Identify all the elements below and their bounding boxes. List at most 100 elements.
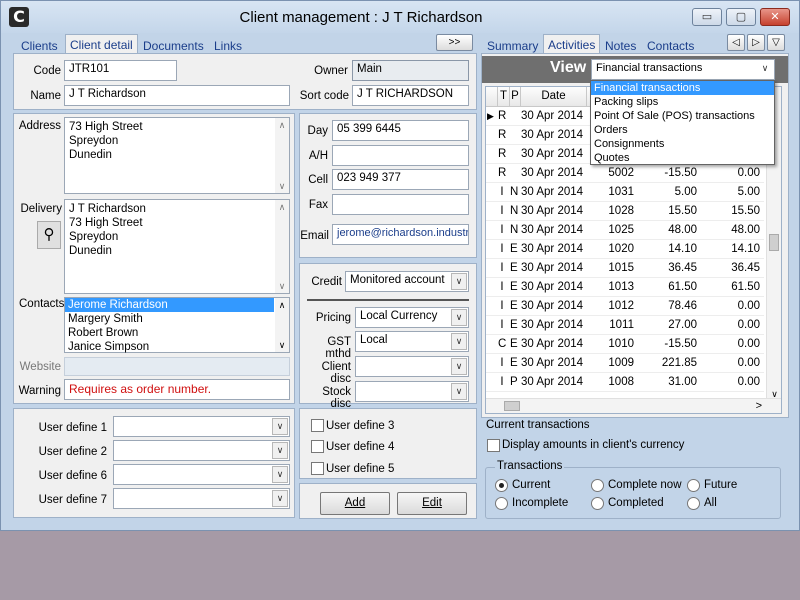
userdef1-select[interactable]: ∨	[113, 416, 290, 437]
grid-hscroll-thumb[interactable]	[504, 401, 520, 411]
minimize-button[interactable]: ▭	[692, 8, 722, 26]
radio-completed-label: Completed	[608, 497, 664, 509]
contact-item[interactable]: Robert Brown	[65, 326, 289, 340]
table-row[interactable]: I N 30 Apr 2014 1031 5.00 5.00	[486, 183, 764, 202]
userdef2-select[interactable]: ∨	[113, 440, 290, 461]
radio-future[interactable]	[687, 479, 700, 492]
day-phone-field[interactable]: 05 399 6445	[332, 120, 469, 141]
stockdisc-select[interactable]: ∨	[355, 381, 469, 402]
userdef6-select[interactable]: ∨	[113, 464, 290, 485]
ah-phone-field[interactable]	[332, 145, 469, 166]
credit-select[interactable]: Monitored account ∨	[345, 271, 469, 292]
view-option[interactable]: Consignments	[591, 137, 774, 151]
view-select[interactable]: Financial transactions ∨	[591, 59, 775, 80]
forward-icon[interactable]: ▷	[747, 34, 765, 51]
nav-menu-icon[interactable]: ▽	[767, 34, 785, 51]
table-row[interactable]: I P 30 Apr 2014 1008 31.00 0.00	[486, 373, 764, 392]
column-header-date[interactable]: Date	[521, 87, 587, 107]
table-row[interactable]: I N 30 Apr 2014 1025 48.00 48.00	[486, 221, 764, 240]
code-field[interactable]: JTR101	[64, 60, 177, 81]
clientdisc-select[interactable]: ∨	[355, 356, 469, 377]
scroll-down-icon[interactable]: ∨	[275, 179, 289, 193]
contact-item[interactable]: Margery Smith	[65, 312, 289, 326]
scroll-up-icon[interactable]: ∧	[275, 200, 289, 214]
scroll-down-icon[interactable]: ∨	[275, 279, 289, 293]
address-scrollbar[interactable]: ∧ ∨	[275, 118, 289, 193]
scroll-down-icon[interactable]: ∨	[275, 338, 289, 352]
chevron-down-icon: ∨	[757, 61, 773, 78]
pricing-select[interactable]: Local Currency ∨	[355, 307, 469, 328]
display-amounts-checkbox[interactable]	[487, 439, 500, 452]
view-option-selected[interactable]: Financial transactions	[591, 81, 774, 95]
view-value: Financial transactions	[596, 62, 703, 74]
contacts-scrollbar[interactable]: ∧ ∨	[275, 298, 289, 352]
table-row[interactable]: I E 30 Apr 2014 1020 14.10 14.10	[486, 240, 764, 259]
tab-activities[interactable]: Activities	[543, 34, 601, 55]
delivery-scrollbar[interactable]: ∧ ∨	[275, 200, 289, 293]
address-textarea[interactable]: 73 High Street Spreydon Dunedin ∧ ∨	[64, 117, 290, 194]
table-row[interactable]: R 30 Apr 2014 5002 -15.50 0.00	[486, 164, 764, 183]
view-option[interactable]: Packing slips	[591, 95, 774, 109]
add-button[interactable]: Add	[320, 492, 390, 515]
radio-all[interactable]	[687, 497, 700, 510]
cell-ref: 1008	[608, 376, 634, 388]
grid-hscrollbar[interactable]: >	[486, 398, 781, 413]
radio-complete-now[interactable]	[591, 479, 604, 492]
cell-t: R	[498, 110, 507, 122]
email-field[interactable]: jerome@richardson.industr	[332, 224, 469, 245]
gst-select[interactable]: Local ∨	[355, 331, 469, 352]
contact-item[interactable]: Janice Simpson	[65, 340, 289, 354]
table-row[interactable]: I E 30 Apr 2014 1011 27.00 0.00	[486, 316, 764, 335]
cell-bal: 5.00	[737, 186, 760, 198]
column-header-type[interactable]: T	[498, 87, 510, 107]
view-option[interactable]: Quotes	[591, 151, 774, 165]
cell-p: E	[510, 357, 518, 369]
userdef5-checkbox[interactable]	[311, 462, 324, 475]
view-option[interactable]: Orders	[591, 123, 774, 137]
column-header-p[interactable]: P	[510, 87, 521, 107]
transactions-group-label: Transactions	[495, 460, 565, 472]
userdef3-checkbox[interactable]	[311, 419, 324, 432]
cell-p: E	[510, 338, 518, 350]
warning-field[interactable]: Requires as order number.	[64, 379, 290, 400]
table-row[interactable]: I E 30 Apr 2014 1013 61.50 61.50	[486, 278, 764, 297]
cell-ref: 1025	[608, 224, 634, 236]
table-row[interactable]: I N 30 Apr 2014 1028 15.50 15.50	[486, 202, 764, 221]
warning-label: Warning	[18, 385, 61, 397]
userdef7-select[interactable]: ∨	[113, 488, 290, 509]
scroll-up-icon[interactable]: ∧	[275, 118, 289, 132]
contact-item-selected[interactable]: Jerome Richardson	[65, 298, 274, 312]
maximize-button[interactable]: ▢	[726, 8, 756, 26]
fax-field[interactable]	[332, 194, 469, 215]
website-label: Website	[19, 361, 61, 373]
radio-completed[interactable]	[591, 497, 604, 510]
view-dropdown-list[interactable]: Financial transactions Packing slips Poi…	[590, 80, 775, 165]
grid-vscroll-thumb[interactable]	[769, 234, 779, 251]
view-option[interactable]: Point Of Sale (POS) transactions	[591, 109, 774, 123]
table-row[interactable]: I E 30 Apr 2014 1012 78.46 0.00	[486, 297, 764, 316]
cell-date: 30 Apr 2014	[521, 300, 584, 312]
delivery-copy-icon[interactable]: ⚲	[37, 221, 61, 249]
contacts-list[interactable]: Jerome Richardson Margery Smith Robert B…	[64, 297, 290, 353]
owner-field[interactable]: Main	[352, 60, 469, 81]
scroll-tabs-button[interactable]: >>	[436, 34, 473, 51]
name-field[interactable]: J T Richardson	[64, 85, 290, 106]
name-label: Name	[30, 90, 61, 102]
scroll-up-icon[interactable]: ∧	[275, 298, 289, 312]
userdef4-checkbox[interactable]	[311, 440, 324, 453]
back-icon[interactable]: ◁	[727, 34, 745, 51]
tab-client-detail[interactable]: Client detail	[65, 34, 138, 55]
close-button[interactable]: ✕	[760, 8, 790, 26]
table-row[interactable]: C E 30 Apr 2014 1010 -15.50 0.00	[486, 335, 764, 354]
sortcode-field[interactable]: J T RICHARDSON	[352, 85, 469, 106]
edit-button[interactable]: Edit	[397, 492, 467, 515]
cell-amt: 31.00	[668, 376, 697, 388]
website-field[interactable]	[64, 357, 290, 376]
cell-phone-field[interactable]: 023 949 377	[332, 169, 469, 190]
radio-current[interactable]	[495, 479, 508, 492]
radio-incomplete[interactable]	[495, 497, 508, 510]
delivery-textarea[interactable]: J T Richardson 73 High Street Spreydon D…	[64, 199, 290, 294]
scroll-right-icon[interactable]: >	[756, 399, 762, 413]
table-row[interactable]: I E 30 Apr 2014 1015 36.45 36.45	[486, 259, 764, 278]
table-row[interactable]: I E 30 Apr 2014 1009 221.85 0.00	[486, 354, 764, 373]
